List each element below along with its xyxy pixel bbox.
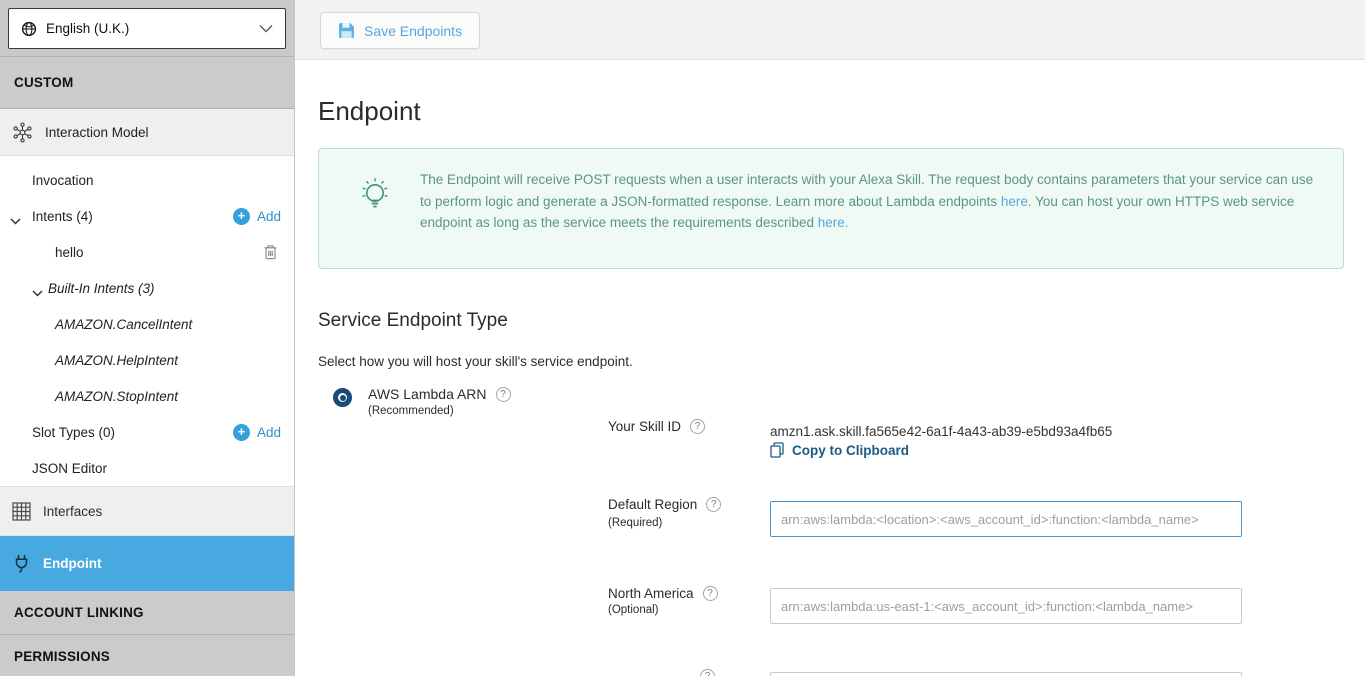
- required-label: (Required): [608, 517, 662, 529]
- plus-icon: +: [233, 424, 250, 441]
- help-icon[interactable]: ?: [690, 419, 705, 434]
- sidebar-item-stop-intent[interactable]: AMAZON.StopIntent: [0, 378, 294, 414]
- interaction-model-label: Interaction Model: [45, 125, 149, 140]
- sidebar-item-built-in-intents[interactable]: Built-In Intents (3): [0, 270, 294, 306]
- skill-id-row: Your Skill ID ?: [608, 419, 705, 434]
- cancel-intent-label: AMAZON.CancelIntent: [55, 317, 192, 332]
- help-icon[interactable]: ?: [703, 586, 718, 601]
- grid-icon: [12, 502, 31, 521]
- section-header-permissions[interactable]: PERMISSIONS: [0, 635, 294, 676]
- info-text: The Endpoint will receive POST requests …: [420, 169, 1325, 234]
- sidebar-item-cancel-intent[interactable]: AMAZON.CancelIntent: [0, 306, 294, 342]
- north-america-label: North America: [608, 586, 694, 601]
- copy-icon: [770, 442, 784, 458]
- north-america-row: North America ?: [608, 586, 718, 601]
- sidebar: English (U.K.) CUSTOM Interaction Model …: [0, 0, 295, 676]
- default-region-input[interactable]: [770, 501, 1242, 537]
- add-label: Add: [257, 209, 281, 224]
- recommended-label: (Recommended): [368, 405, 511, 417]
- save-icon: [338, 22, 355, 39]
- skill-id-value: amzn1.ask.skill.fa565e42-6a1f-4a43-ab39-…: [770, 424, 1112, 439]
- skill-id-label: Your Skill ID: [608, 419, 681, 434]
- sidebar-item-hello[interactable]: hello: [0, 234, 294, 270]
- language-selector[interactable]: English (U.K.): [8, 8, 286, 49]
- chevron-down-icon: [259, 20, 273, 38]
- main-content: Save Endpoints Endpoint The Endpoint wil…: [295, 0, 1365, 676]
- add-label: Add: [257, 425, 281, 440]
- add-slot-type-button[interactable]: + Add: [233, 424, 281, 441]
- aws-lambda-arn-label: AWS Lambda ARN: [368, 386, 487, 402]
- copy-to-clipboard-label: Copy to Clipboard: [792, 443, 909, 458]
- json-editor-label: JSON Editor: [32, 461, 107, 476]
- help-icon[interactable]: ?: [496, 387, 511, 402]
- slot-types-label: Slot Types (0): [0, 425, 115, 440]
- chevron-down-icon[interactable]: [10, 213, 21, 228]
- service-endpoint-type-subheading: Select how you will host your skill's se…: [318, 354, 633, 369]
- copy-to-clipboard-button[interactable]: Copy to Clipboard: [770, 442, 909, 458]
- help-icon[interactable]: ?: [700, 669, 715, 676]
- help-icon[interactable]: ?: [706, 497, 721, 512]
- optional-label: (Optional): [608, 604, 659, 616]
- language-strip: English (U.K.): [0, 0, 294, 57]
- sidebar-item-help-intent[interactable]: AMAZON.HelpIntent: [0, 342, 294, 378]
- sidebar-item-interaction-model[interactable]: Interaction Model: [0, 109, 294, 156]
- sidebar-item-intents[interactable]: Intents (4) + Add: [0, 198, 294, 234]
- endpoint-label: Endpoint: [43, 556, 101, 571]
- sidebar-item-interfaces[interactable]: Interfaces: [0, 486, 294, 536]
- add-intent-button[interactable]: + Add: [233, 208, 281, 225]
- trash-icon[interactable]: [263, 244, 278, 260]
- lambda-endpoints-link[interactable]: here: [1001, 194, 1028, 209]
- interfaces-label: Interfaces: [43, 504, 102, 519]
- interaction-model-icon: [12, 122, 33, 143]
- default-region-label: Default Region: [608, 497, 697, 512]
- aws-lambda-arn-option: AWS Lambda ARN ? (Recommended): [333, 386, 511, 417]
- europe-region-input[interactable]: [770, 672, 1242, 676]
- help-intent-label: AMAZON.HelpIntent: [55, 353, 178, 368]
- sidebar-item-json-editor[interactable]: JSON Editor: [0, 450, 294, 486]
- hello-label: hello: [55, 245, 84, 260]
- section-header-custom: CUSTOM: [0, 57, 294, 109]
- north-america-input[interactable]: [770, 588, 1242, 624]
- info-box: The Endpoint will receive POST requests …: [318, 148, 1344, 269]
- save-endpoints-button[interactable]: Save Endpoints: [320, 12, 480, 49]
- plug-icon: [13, 554, 30, 574]
- save-endpoints-label: Save Endpoints: [364, 23, 462, 39]
- sidebar-nav: Invocation Intents (4) + Add hello: [0, 156, 294, 486]
- stop-intent-label: AMAZON.StopIntent: [55, 389, 178, 404]
- requirements-link[interactable]: here.: [818, 215, 849, 230]
- language-label: English (U.K.): [46, 21, 129, 36]
- radio-selected[interactable]: [333, 388, 352, 407]
- service-endpoint-type-heading: Service Endpoint Type: [318, 310, 508, 332]
- built-in-intents-label: Built-In Intents (3): [0, 281, 155, 296]
- sidebar-item-endpoint[interactable]: Endpoint: [0, 536, 294, 591]
- invocation-label: Invocation: [32, 173, 94, 188]
- lightbulb-icon: [355, 173, 395, 222]
- globe-icon: [21, 21, 37, 37]
- section-header-account-linking[interactable]: ACCOUNT LINKING: [0, 591, 294, 635]
- default-region-row: Default Region ?: [608, 497, 721, 512]
- plus-icon: +: [233, 208, 250, 225]
- chevron-down-icon[interactable]: [32, 285, 43, 300]
- sidebar-item-invocation[interactable]: Invocation: [0, 162, 294, 198]
- sidebar-item-slot-types[interactable]: Slot Types (0) + Add: [0, 414, 294, 450]
- page-title: Endpoint: [318, 96, 421, 127]
